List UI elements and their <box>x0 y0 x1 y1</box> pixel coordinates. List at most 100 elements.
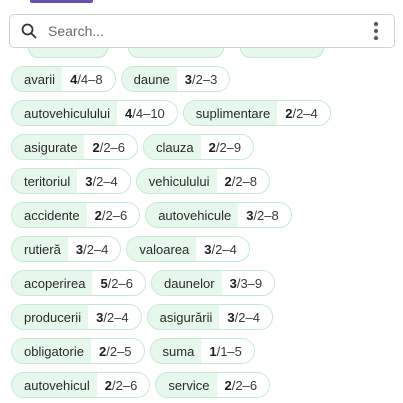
keyword-tag[interactable]: producerii 3/2–4 <box>11 304 142 330</box>
tag-count-range: /2–8 <box>231 173 258 189</box>
tag-row: autovehicul 2/2–6 service 2/2–6 <box>11 372 271 398</box>
tag-word: valoarea <box>127 237 197 261</box>
tag-count: 3/2–8 <box>238 203 291 227</box>
tag-word: asigurării <box>147 305 220 329</box>
keyword-tag[interactable]: asigurate 2/2–6 <box>11 134 139 160</box>
tag-row: producerii 3/2–4 asigurării 3/2–4 <box>11 304 273 330</box>
keyword-tag[interactable]: accidente 2/2–6 <box>11 202 141 228</box>
tag-row: asigurate 2/2–6 clauza 2/2–9 <box>11 134 255 160</box>
tag-count: 3/2–4 <box>88 305 141 329</box>
search-box <box>9 14 395 48</box>
tag-row: avarii 4/4–8 daune 3/2–3 <box>11 66 231 92</box>
keyword-tag[interactable]: autovehicul 2/2–6 <box>11 372 151 398</box>
keyword-tag[interactable]: suplimentare 2/2–4 <box>182 100 331 126</box>
tag-count-value: 2 <box>285 105 293 121</box>
tag-count: 2/2–5 <box>91 339 144 363</box>
tag-count-range: /2–4 <box>292 105 318 121</box>
keyword-tag[interactable]: clauza 2/2–9 <box>143 134 255 160</box>
tag-count-range: /2–5 <box>106 343 132 359</box>
tag-count-range: /2–6 <box>231 377 258 393</box>
tag-word: rutieră <box>12 237 68 261</box>
tag-word: autovehicule <box>146 203 239 227</box>
tag-count-value: 2 <box>99 343 107 359</box>
tag-count: 3/3–9 <box>221 271 275 295</box>
tag-list: avarii 4/4–8 daune 3/2–3 autovehiculului 4/4–… <box>0 0 403 403</box>
tag-row: acoperirea 5/2–6 daunelor 3/3–9 <box>11 270 276 296</box>
tag-count: 3/2–4 <box>196 237 249 261</box>
tag-count: 3/2–4 <box>77 169 130 193</box>
tag-count-range: /2–3 <box>192 71 218 87</box>
tag-count: 2/2–6 <box>216 373 270 397</box>
tag-count-value: 5 <box>100 275 108 291</box>
keyword-tag[interactable]: teritoriul 3/2–4 <box>11 168 131 194</box>
tag-count: 2/2–6 <box>86 203 140 227</box>
tag-word: suma <box>150 339 202 363</box>
tag-word: daunelor <box>151 271 222 295</box>
tag-word: avarii <box>12 67 63 91</box>
tag-partial-right <box>240 48 324 58</box>
tag-count-range: /2–6 <box>112 377 138 393</box>
tag-count-value: 3 <box>229 275 237 291</box>
tag-count-range: /2–4 <box>234 309 260 325</box>
tag-count: 2/2–6 <box>84 135 138 159</box>
tag-count-value: 3 <box>227 309 235 325</box>
keyword-tag[interactable]: acoperirea 5/2–6 <box>11 270 146 296</box>
tag-count-value: 2 <box>224 377 232 393</box>
tag-count-value: 2 <box>104 377 113 393</box>
tag-count-value: 4 <box>125 105 133 121</box>
tag-count: 2/2–8 <box>216 169 270 193</box>
tag-count-range: /2–6 <box>107 275 133 291</box>
tag-word: autovehiculului <box>12 101 118 125</box>
tag-count-value: 3 <box>75 241 84 257</box>
tag-word: suplimentare <box>183 101 278 125</box>
tag-word: daune <box>121 67 177 91</box>
tag-word: obligatorie <box>12 339 91 363</box>
tag-partial-middle <box>128 48 224 58</box>
tag-count: 4/4–10 <box>117 101 177 125</box>
keyword-tag[interactable]: obligatorie 2/2–5 <box>11 338 145 364</box>
keyword-tag[interactable]: suma 1/1–5 <box>149 338 255 364</box>
search-icon <box>10 15 48 47</box>
tag-partial-left <box>28 48 108 58</box>
tag-count-value: 3 <box>85 173 93 189</box>
active-tab-indicator <box>30 0 93 3</box>
keyword-tag[interactable]: daune 3/2–3 <box>120 66 231 92</box>
tag-count-range: /2–8 <box>253 207 279 223</box>
tag-count: 1/1–5 <box>201 339 254 363</box>
keyword-tag[interactable]: asigurării 3/2–4 <box>146 304 273 330</box>
keyword-tag[interactable]: valoarea 3/2–4 <box>126 236 250 262</box>
search-input[interactable] <box>48 23 358 39</box>
tag-word: acoperirea <box>12 271 93 295</box>
tag-word: asigurate <box>12 135 85 159</box>
tag-count-range: /2–4 <box>83 241 109 257</box>
tag-row: rutieră 3/2–4 valoarea 3/2–4 <box>11 236 250 262</box>
keyword-tag[interactable]: vehiculului 2/2–8 <box>135 168 271 194</box>
tag-count-value: 3 <box>246 207 254 223</box>
tag-count-range: /2–6 <box>101 207 128 223</box>
tag-count: 5/2–6 <box>92 271 145 295</box>
tag-count-value: 2 <box>94 207 102 223</box>
tag-count-range: /2–4 <box>103 309 129 325</box>
tag-count: 3/2–4 <box>67 237 121 261</box>
tag-word: autovehicul <box>12 373 97 397</box>
tag-count-value: 3 <box>184 71 193 87</box>
more-options-icon[interactable] <box>358 15 394 47</box>
keyword-tag[interactable]: avarii 4/4–8 <box>11 66 116 92</box>
tag-count: 3/2–3 <box>176 67 230 91</box>
tag-count-value: 2 <box>224 173 232 189</box>
keyword-tag[interactable]: daunelor 3/3–9 <box>150 270 276 296</box>
tag-word: accidente <box>12 203 87 227</box>
tag-count-range: /2–6 <box>99 139 126 155</box>
tag-word: vehiculului <box>136 169 217 193</box>
tag-count: 4/4–8 <box>62 67 115 91</box>
keyword-tag[interactable]: autovehicule 3/2–8 <box>145 202 292 228</box>
tag-count-range: /2–4 <box>211 241 237 257</box>
tag-count: 2/2–9 <box>200 135 254 159</box>
keyword-tag[interactable]: service 2/2–6 <box>155 372 271 398</box>
tag-row: accidente 2/2–6 autovehicule 3/2–8 <box>11 202 292 228</box>
tag-word: service <box>156 373 217 397</box>
keyword-tag[interactable]: autovehiculului 4/4–10 <box>11 100 178 126</box>
tag-count-value: 3 <box>204 241 212 257</box>
keyword-tag[interactable]: rutieră 3/2–4 <box>11 236 122 262</box>
tag-word: producerii <box>12 305 89 329</box>
